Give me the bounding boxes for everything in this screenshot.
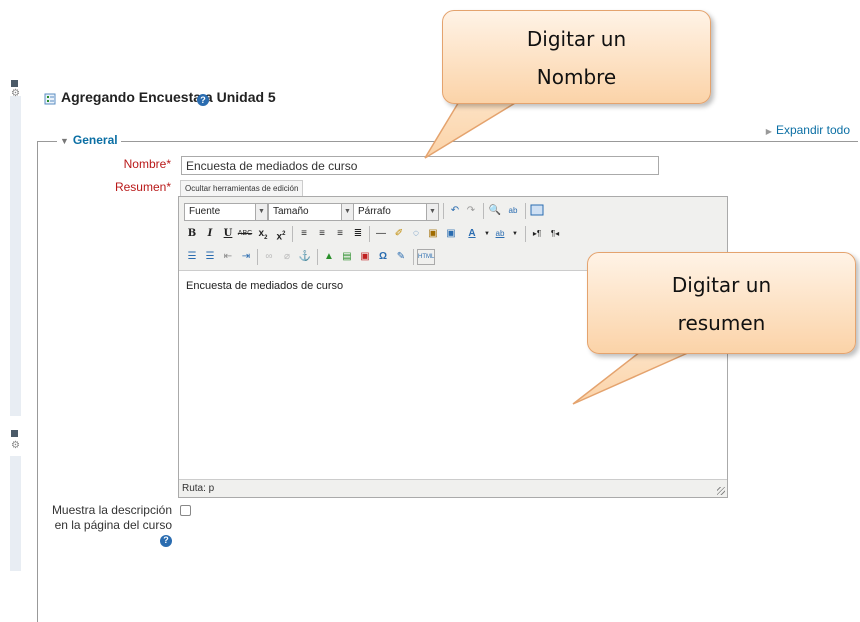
toolbar-separator: [317, 249, 318, 265]
font-select-label: Fuente: [189, 206, 221, 217]
toolbar-separator: [257, 249, 258, 265]
show-description-label: Muestra la descripción en la página del …: [50, 503, 172, 548]
expand-triangle-icon: ▶: [765, 127, 772, 136]
callout-top: Digitar un Nombre: [442, 10, 711, 104]
summary-label: Resumen*: [80, 180, 171, 194]
numbered-list-icon[interactable]: ☰: [202, 249, 218, 265]
wrench-icon[interactable]: ⚙: [11, 89, 20, 99]
paste-text-icon[interactable]: ▣: [425, 226, 441, 242]
indent-icon[interactable]: ⇥: [238, 249, 254, 265]
callout-top-line2: Nombre: [536, 65, 617, 89]
editor-statusbar: Ruta: p: [179, 479, 727, 497]
toolbar-separator: [483, 203, 484, 219]
italic-icon[interactable]: I: [202, 226, 218, 242]
underline-icon[interactable]: U: [220, 226, 236, 242]
chevron-down-icon[interactable]: ▼: [507, 226, 523, 242]
align-center-icon[interactable]: ≡: [314, 226, 330, 242]
toggle-editor-tools-tab[interactable]: Ocultar herramientas de edición: [180, 180, 304, 196]
name-input[interactable]: [181, 156, 659, 175]
page-title: Agregando Encuesta a Unidad 5: [61, 89, 276, 105]
replace-icon[interactable]: ab: [505, 203, 521, 219]
align-justify-icon[interactable]: ≣: [350, 226, 366, 242]
show-description-checkbox[interactable]: [180, 505, 191, 516]
legend-label: General: [72, 133, 118, 147]
size-select-label: Tamaño: [273, 206, 309, 217]
emoticon-icon[interactable]: ▣: [357, 249, 373, 265]
media-icon[interactable]: ▤: [339, 249, 355, 265]
unlink-icon[interactable]: ⌀: [279, 249, 295, 265]
chevron-down-icon: ▼: [426, 204, 438, 220]
paste-word-icon[interactable]: ▣: [443, 226, 459, 242]
align-left-icon[interactable]: ≡: [296, 226, 312, 242]
block-move-icon[interactable]: [11, 80, 18, 87]
callout-right: Digitar un resumen: [587, 252, 856, 354]
callout-right-line2: resumen: [677, 311, 766, 335]
format-select-label: Párrafo: [358, 206, 391, 217]
required-mark-2: *: [166, 180, 171, 194]
link-icon[interactable]: ∞: [261, 249, 277, 265]
erase-icon[interactable]: ◌: [408, 226, 424, 242]
chevron-down-icon: ▼: [341, 204, 353, 220]
fullscreen-icon[interactable]: [529, 203, 545, 219]
name-label-text: Nombre: [123, 157, 167, 171]
html-icon[interactable]: HTML: [417, 249, 435, 265]
undo-icon[interactable]: ↶: [447, 203, 463, 219]
survey-icon: [44, 93, 56, 105]
bold-icon[interactable]: B: [184, 226, 200, 242]
spellcheck-icon[interactable]: ✎: [393, 249, 409, 265]
toolbar-separator: [525, 226, 526, 242]
superscript-icon[interactable]: x2: [273, 226, 289, 242]
subscript-icon[interactable]: x2: [255, 226, 271, 242]
expand-all-link[interactable]: ▶ Expandir todo: [766, 123, 850, 137]
name-label: Nombre*: [80, 157, 171, 171]
toolbar-separator: [413, 249, 414, 265]
align-right-icon[interactable]: ≡: [332, 226, 348, 242]
callout-top-line1: Digitar un: [526, 27, 627, 51]
section-legend[interactable]: ▼ General: [57, 133, 121, 147]
required-mark: *: [166, 157, 171, 171]
font-select[interactable]: Fuente ▼: [184, 203, 268, 221]
show-description-text: Muestra la descripción en la página del …: [51, 503, 172, 532]
editor-content[interactable]: Encuesta de mediados de curso: [186, 280, 343, 292]
chevron-down-icon: ▼: [255, 204, 267, 220]
find-icon[interactable]: 🔍: [487, 203, 503, 219]
block-strip-top: [10, 96, 21, 416]
toolbar-separator: [525, 203, 526, 219]
toolbar-separator: [292, 226, 293, 242]
wrench-icon-2[interactable]: ⚙: [11, 441, 20, 451]
collapse-arrow-icon: ▼: [60, 136, 69, 146]
rtl-icon[interactable]: ¶◂: [547, 226, 563, 242]
toolbar-separator: [443, 203, 444, 219]
anchor-icon[interactable]: ⚓: [297, 249, 313, 265]
special-char-icon[interactable]: Ω: [375, 249, 391, 265]
block-move-icon-2[interactable]: [11, 430, 18, 437]
block-strip-bottom: [10, 456, 21, 571]
image-icon[interactable]: ▲: [321, 249, 337, 265]
strikethrough-icon[interactable]: ABC: [237, 226, 253, 242]
expand-all-label: Expandir todo: [775, 123, 850, 137]
highlight-icon[interactable]: ab: [492, 226, 508, 242]
callout-right-line1: Digitar un: [671, 273, 772, 297]
resize-handle-icon[interactable]: [717, 487, 725, 495]
editor-path[interactable]: Ruta: p: [182, 483, 214, 494]
hr-icon[interactable]: —: [373, 226, 389, 242]
font-color-icon[interactable]: A: [464, 226, 480, 242]
cleanup-icon[interactable]: ✐: [391, 226, 407, 242]
format-select[interactable]: Párrafo ▼: [353, 203, 439, 221]
redo-icon[interactable]: ↷: [463, 203, 479, 219]
summary-label-text: Resumen: [114, 180, 167, 194]
help-icon[interactable]: ?: [197, 94, 209, 106]
ltr-icon[interactable]: ▸¶: [529, 226, 545, 242]
outdent-icon[interactable]: ⇤: [220, 249, 236, 265]
bullet-list-icon[interactable]: ☰: [184, 249, 200, 265]
help-icon-2[interactable]: ?: [160, 534, 172, 547]
size-select[interactable]: Tamaño ▼: [268, 203, 354, 221]
toolbar-separator: [369, 226, 370, 242]
